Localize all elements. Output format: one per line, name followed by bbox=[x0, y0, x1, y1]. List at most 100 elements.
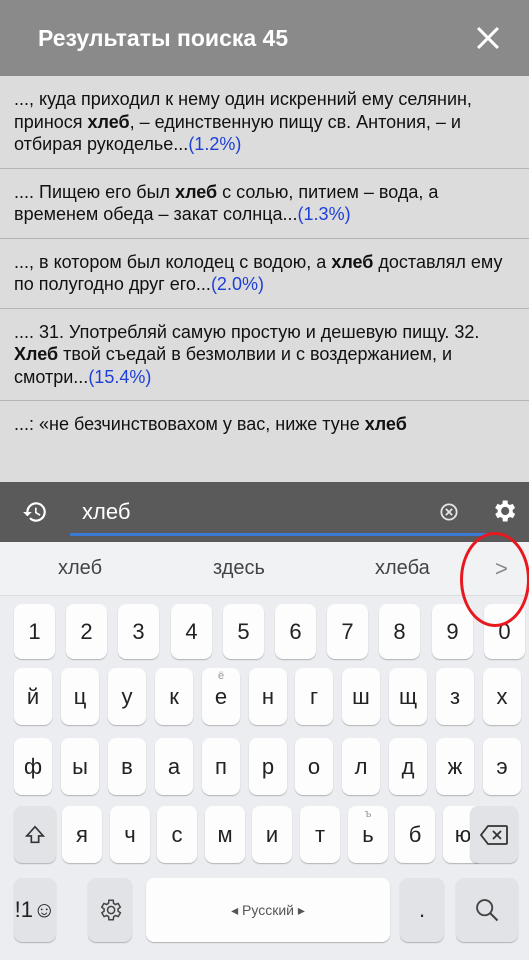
key-letter[interactable]: г bbox=[295, 668, 333, 725]
key-letter[interactable]: и bbox=[252, 806, 292, 863]
key-letter[interactable]: а bbox=[155, 738, 193, 795]
symbols-key[interactable]: !1☺ bbox=[14, 878, 56, 942]
key-label: х bbox=[496, 683, 508, 709]
shift-key[interactable] bbox=[14, 806, 56, 863]
key-label: т bbox=[314, 821, 326, 847]
key-2[interactable]: 2 bbox=[66, 604, 107, 659]
key-label: у bbox=[121, 683, 133, 709]
close-icon[interactable] bbox=[473, 23, 503, 53]
key-label: р bbox=[261, 753, 275, 779]
key-letter[interactable]: п bbox=[202, 738, 240, 795]
key-letter[interactable]: ц bbox=[61, 668, 99, 725]
key-label: ч bbox=[124, 821, 136, 847]
key-label: л bbox=[354, 753, 368, 779]
key-letter[interactable]: х bbox=[483, 668, 521, 725]
key-letter[interactable]: ы bbox=[61, 738, 99, 795]
key-label: ц bbox=[73, 683, 87, 709]
key-label: ж bbox=[447, 753, 463, 779]
clear-icon[interactable] bbox=[440, 503, 458, 521]
key-letter[interactable]: д bbox=[389, 738, 427, 795]
key-alt-char: ъ bbox=[364, 808, 372, 820]
key-letter[interactable]: р bbox=[249, 738, 287, 795]
search-key[interactable] bbox=[456, 878, 518, 942]
key-label: ◂ Русский ▸ bbox=[231, 901, 305, 918]
search-bar bbox=[0, 482, 529, 542]
key-letter[interactable]: б bbox=[395, 806, 435, 863]
key-label: э bbox=[496, 753, 508, 779]
key-label: й bbox=[26, 683, 40, 709]
key-letter[interactable]: л bbox=[342, 738, 380, 795]
key-label: и bbox=[265, 821, 279, 847]
key-letter[interactable]: н bbox=[249, 668, 287, 725]
key-label: а bbox=[167, 753, 181, 779]
result-text-pre: .... Пищею его был bbox=[14, 181, 176, 202]
key-0[interactable]: 0 bbox=[484, 604, 525, 659]
key-letter[interactable]: ш bbox=[342, 668, 380, 725]
list-item[interactable]: ..., куда приходил к нему один искренний… bbox=[0, 76, 529, 169]
result-percent: (15.4%) bbox=[88, 366, 152, 387]
suggestion-item[interactable]: здесь bbox=[213, 557, 265, 580]
key-8[interactable]: 8 bbox=[379, 604, 420, 659]
result-text-pre: .... 31. Употребляй самую простую и деше… bbox=[14, 321, 480, 342]
key-letter[interactable]: т bbox=[300, 806, 340, 863]
result-match: хлеб bbox=[364, 414, 407, 434]
key-label: щ bbox=[398, 683, 418, 709]
key-letter[interactable]: й bbox=[14, 668, 52, 725]
key-letter[interactable]: в bbox=[108, 738, 146, 795]
key-letter[interactable]: у bbox=[108, 668, 146, 725]
key-5[interactable]: 5 bbox=[223, 604, 264, 659]
key-9[interactable]: 9 bbox=[432, 604, 473, 659]
key-3[interactable]: 3 bbox=[118, 604, 159, 659]
list-item[interactable]: ...: «не безчинствовахом у вас, ниже тун… bbox=[0, 401, 529, 448]
list-item[interactable]: .... Пищею его был хлеб с солью, питием … bbox=[0, 169, 529, 239]
key-label: с bbox=[171, 821, 183, 847]
search-input[interactable] bbox=[70, 492, 410, 532]
key-letter[interactable]: ёе bbox=[202, 668, 240, 725]
key-letter[interactable]: ч bbox=[110, 806, 150, 863]
key-letter[interactable]: з bbox=[436, 668, 474, 725]
key-1[interactable]: 1 bbox=[14, 604, 55, 659]
key-letter[interactable]: ж bbox=[436, 738, 474, 795]
key-label: п bbox=[215, 753, 227, 779]
suggestion-bar: хлеб здесь хлеба > bbox=[0, 542, 529, 596]
period-key[interactable]: . bbox=[400, 878, 444, 942]
key-label: я bbox=[76, 821, 88, 847]
backspace-key[interactable] bbox=[470, 806, 518, 863]
settings-key[interactable] bbox=[88, 878, 132, 942]
gear-icon[interactable] bbox=[490, 497, 518, 525]
key-letter[interactable]: ъь bbox=[348, 806, 388, 863]
results-list: ..., куда приходил к нему один искренний… bbox=[0, 76, 529, 482]
key-letter[interactable]: э bbox=[483, 738, 521, 795]
chevron-right-icon[interactable]: > bbox=[495, 556, 508, 582]
list-item[interactable]: ..., в котором был колодец с водою, а хл… bbox=[0, 239, 529, 309]
list-item[interactable]: .... 31. Употребляй самую простую и деше… bbox=[0, 309, 529, 401]
result-text-pre: ..., в котором был колодец с водою, а bbox=[14, 251, 332, 272]
key-label: ы bbox=[72, 753, 88, 779]
key-6[interactable]: 6 bbox=[275, 604, 316, 659]
key-4[interactable]: 4 bbox=[171, 604, 212, 659]
result-match: хлеб bbox=[331, 251, 374, 272]
key-7[interactable]: 7 bbox=[327, 604, 368, 659]
key-letter[interactable]: м bbox=[205, 806, 245, 863]
key-letter[interactable]: к bbox=[155, 668, 193, 725]
key-label: 3 bbox=[132, 618, 145, 644]
key-label: 0 bbox=[498, 618, 511, 644]
key-label: е bbox=[214, 683, 228, 709]
key-letter[interactable]: щ bbox=[389, 668, 427, 725]
key-label: б bbox=[408, 821, 422, 847]
space-key[interactable]: ◂ Русский ▸ bbox=[146, 878, 390, 942]
key-label: 4 bbox=[185, 618, 198, 644]
key-letter[interactable]: ф bbox=[14, 738, 52, 795]
suggestion-item[interactable]: хлеб bbox=[58, 557, 102, 580]
key-letter[interactable]: с bbox=[157, 806, 197, 863]
history-icon[interactable] bbox=[22, 499, 48, 525]
key-label: 8 bbox=[393, 618, 406, 644]
suggestion-item[interactable]: хлеба bbox=[375, 557, 430, 580]
key-letter[interactable]: я bbox=[62, 806, 102, 863]
key-alt-char: ё bbox=[217, 670, 225, 682]
results-header: Результаты поиска 45 bbox=[0, 0, 529, 76]
key-label: к bbox=[169, 683, 179, 709]
key-letter[interactable]: о bbox=[295, 738, 333, 795]
key-label: м bbox=[217, 821, 233, 847]
key-label: з bbox=[449, 683, 461, 709]
